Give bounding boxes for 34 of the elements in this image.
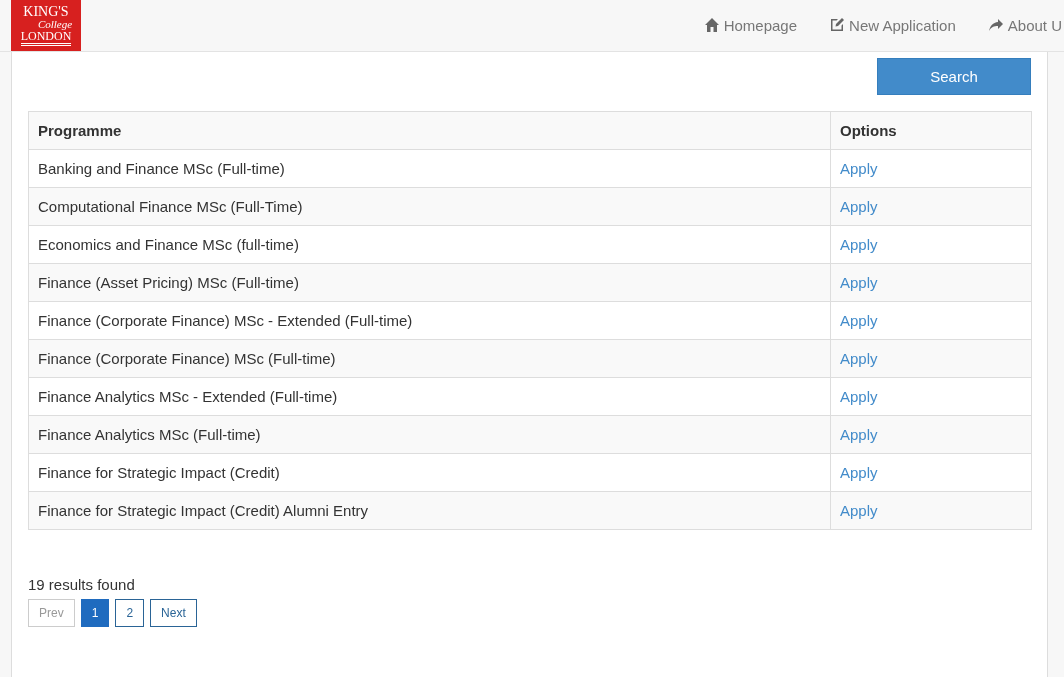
university-logo[interactable]: KING'S College LONDON	[11, 0, 81, 51]
apply-link[interactable]: Apply	[840, 274, 878, 291]
apply-link[interactable]: Apply	[840, 502, 878, 519]
table-cell: Finance for Strategic Impact (Credit) Alumni Entry	[28, 491, 831, 530]
apply-link[interactable]: Apply	[840, 464, 878, 481]
table-cell: Finance (Asset Pricing) MSc (Full-time)	[28, 263, 831, 302]
search-button[interactable]: Search	[877, 58, 1031, 95]
table-cell: Finance (Corporate Finance) MSc (Full-time)	[28, 339, 831, 378]
apply-link[interactable]: Apply	[840, 350, 878, 367]
table-cell: Banking and Finance MSc (Full-time)	[28, 149, 831, 188]
apply-link[interactable]: Apply	[840, 236, 878, 253]
table-cell: Finance Analytics MSc - Extended (Full-time)	[28, 377, 831, 416]
column-header: Options	[830, 111, 1032, 150]
nav-link[interactable]: Homepage	[703, 16, 798, 34]
nav-link[interactable]: About U	[987, 16, 1062, 34]
table-cell: Economics and Finance MSc (full-time)	[28, 225, 831, 264]
nav-link[interactable]: New Application	[829, 16, 956, 34]
table-cell: Finance for Strategic Impact (Credit)	[28, 453, 831, 492]
apply-link[interactable]: Apply	[840, 198, 878, 215]
apply-link[interactable]: Apply	[840, 312, 878, 329]
apply-link[interactable]: Apply	[840, 426, 878, 443]
results-count: 19 results found	[28, 576, 136, 593]
table-cell: Computational Finance MSc (Full-Time)	[28, 187, 831, 226]
column-header: Programme	[28, 111, 831, 150]
edit-icon	[829, 17, 846, 33]
table-cell: Finance Analytics MSc (Full-time)	[28, 415, 831, 454]
apply-link[interactable]: Apply	[840, 388, 878, 405]
table-cell: Finance (Corporate Finance) MSc - Extended (Full-time)	[28, 301, 831, 340]
apply-link[interactable]: Apply	[840, 160, 878, 177]
pagination-button[interactable]: Next	[150, 599, 197, 627]
home-icon	[703, 17, 720, 33]
pagination-button[interactable]: 2	[115, 599, 145, 627]
share-icon	[987, 17, 1004, 33]
pagination-button[interactable]: 1	[80, 599, 110, 627]
